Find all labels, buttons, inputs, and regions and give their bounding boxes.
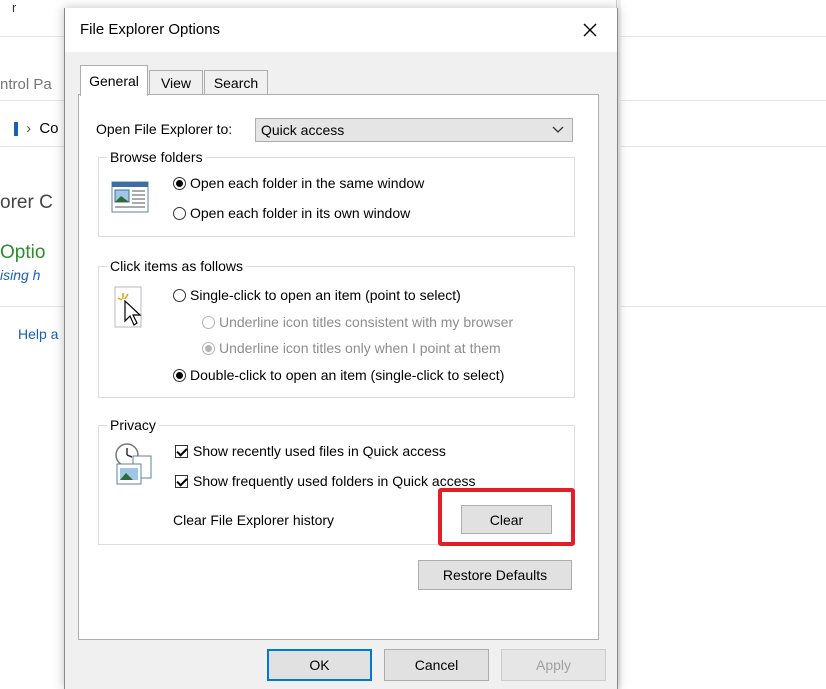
radio-single-click-label: Single-click to open an item (point to s… [190,287,461,303]
privacy-group: Privacy Show recently used files in Quic… [98,417,575,546]
tab-view[interactable]: View [149,70,203,95]
open-to-label: Open File Explorer to: [96,121,233,137]
open-to-value: Quick access [261,122,345,138]
restore-defaults-button[interactable]: Restore Defaults [418,560,572,590]
bg-breadcrumb-fragment: Co [39,120,59,137]
radio-own-window-label: Open each folder in its own window [190,205,411,221]
bg-address-bar-fragment[interactable]: ntrol Pa [0,76,64,93]
dialog-title: File Explorer Options [80,21,221,38]
privacy-legend: Privacy [107,417,159,433]
tab-search[interactable]: Search [204,70,268,95]
checkbox-recent-files[interactable]: Show recently used files in Quick access [175,443,446,459]
chevron-right-icon: › [26,120,32,137]
radio-double-click-label: Double-click to open an item (single-cli… [190,367,505,383]
radio-indicator [173,288,186,302]
tab-general[interactable]: General [80,65,148,96]
radio-underline-point[interactable]: Underline icon titles only when I point … [202,340,501,356]
highlight-box [438,488,575,546]
click-items-group: Click items as follows Single-click to o… [98,258,575,398]
bg-options-fragment[interactable]: Optio [0,242,64,264]
radio-indicator [202,341,215,355]
radio-indicator [202,315,215,329]
general-tab-panel: Open File Explorer to: Quick access Brow… [78,94,599,640]
bg-divider [0,306,64,307]
bg-breadcrumb[interactable]: › Co [14,120,59,137]
checkbox-recent-files-label: Show recently used files in Quick access [193,443,446,459]
radio-own-window[interactable]: Open each folder in its own window [173,205,410,221]
browse-folders-group: Browse folders Open each folder in the s… [98,149,575,237]
radio-same-window[interactable]: Open each folder in the same window [173,175,424,191]
bg-help-link[interactable]: Help a [18,326,64,342]
radio-underline-browser-label: Underline icon titles consistent with my… [219,314,514,330]
cancel-button[interactable]: Cancel [384,649,489,681]
close-button[interactable] [573,14,607,46]
click-items-legend: Click items as follows [107,258,247,274]
radio-underline-browser[interactable]: Underline icon titles consistent with my… [202,314,513,330]
bg-subtitle-fragment: ising h [0,267,41,283]
radio-same-window-label: Open each folder in the same window [190,175,425,191]
bg-divider [620,306,826,307]
pointer-click-icon [114,286,142,328]
folder-icon [14,122,18,137]
radio-underline-point-label: Underline icon titles only when I point … [219,340,501,356]
close-icon [583,23,597,37]
folder-window-icon [111,181,149,213]
ok-button[interactable]: OK [267,649,372,681]
checkbox-frequent-folders-label: Show frequently used folders in Quick ac… [193,473,476,489]
title-bar[interactable]: File Explorer Options [65,8,617,52]
radio-indicator [173,206,186,220]
bg-divider [620,36,826,37]
radio-indicator [173,176,186,190]
radio-double-click[interactable]: Double-click to open an item (single-cli… [173,367,504,383]
checkbox-indicator [175,474,188,488]
file-explorer-options-dialog: File Explorer Options General View Searc… [64,8,618,689]
clear-history-label: Clear File Explorer history [173,512,335,528]
dialog-body: General View Search Open File Explorer t… [65,52,617,689]
radio-single-click[interactable]: Single-click to open an item (point to s… [173,287,461,303]
bg-title-fragment: r [12,0,17,15]
clock-files-icon [115,443,152,485]
radio-indicator [173,368,186,382]
browse-folders-legend: Browse folders [107,149,206,165]
open-to-dropdown[interactable]: Quick access [255,118,573,142]
bg-heading-fragment: orer C [0,192,53,213]
chevron-down-icon [552,126,564,133]
apply-button[interactable]: Apply [501,649,606,681]
checkbox-indicator [175,444,188,458]
checkbox-frequent-folders[interactable]: Show frequently used folders in Quick ac… [175,473,475,489]
